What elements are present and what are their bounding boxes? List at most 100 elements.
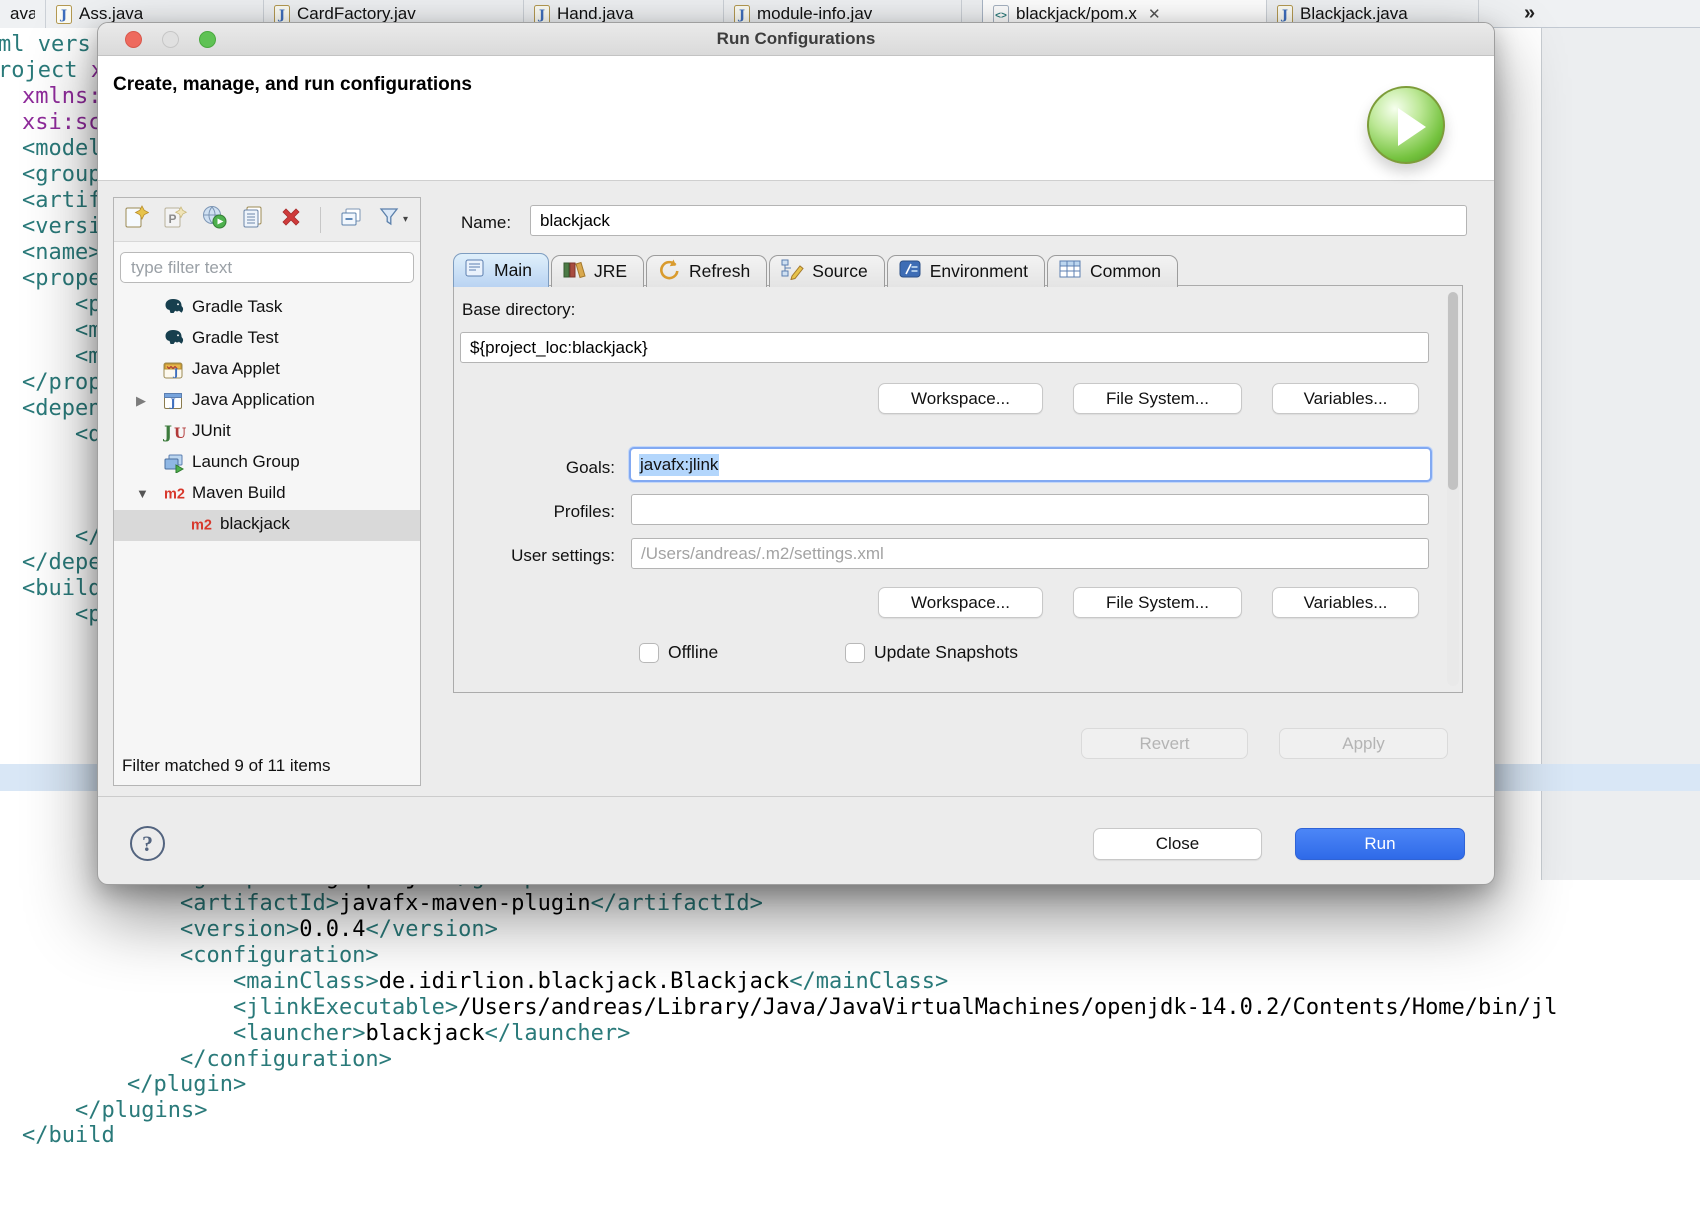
dialog-titlebar[interactable]: Run Configurations [98, 23, 1494, 56]
svg-text:J: J [163, 423, 172, 442]
tree-item-label: Gradle Test [192, 328, 279, 348]
user-settings-label: User settings: [454, 546, 615, 566]
config-tree: Gradle Task Gradle Test JJava Applet ▶ J Java… [114, 293, 420, 541]
tab-refresh[interactable]: Refresh [646, 255, 767, 287]
code-line: </configuration> [180, 1047, 392, 1073]
new-launch-configuration-button[interactable] [122, 203, 150, 236]
code-line: </build [22, 1123, 115, 1149]
code-tag: </prop [22, 370, 101, 395]
tree-item-maven-build[interactable]: ▼m2Maven Build [114, 479, 420, 510]
tree-item-blackjack[interactable]: m2blackjack [114, 510, 420, 541]
expander-expanded-icon[interactable]: ▼ [136, 486, 149, 501]
tab-environment[interactable]: Environment [887, 255, 1045, 287]
close-button[interactable]: Close [1093, 828, 1262, 860]
vertical-scrollbar[interactable] [1447, 292, 1459, 686]
tree-item-junit[interactable]: JUJUnit [114, 417, 420, 448]
name-input[interactable] [530, 205, 1467, 236]
checkbox-box[interactable] [639, 643, 659, 663]
code-tag: <version> [180, 917, 299, 942]
delete-launch-configuration-button[interactable] [278, 204, 304, 235]
code-line: </plugin> [127, 1072, 246, 1098]
picker-row-2: Workspace... File System... Variables... [454, 587, 1462, 618]
tree-item-java-applet[interactable]: JJava Applet [114, 355, 420, 386]
workspace-button[interactable]: Workspace... [878, 383, 1043, 414]
new-launch-configuration-prototype-button[interactable]: P [161, 203, 189, 236]
filter-status: Filter matched 9 of 11 items [122, 756, 331, 776]
tab-main[interactable]: Main [453, 253, 549, 287]
code-tag: <depen [22, 396, 101, 421]
svg-text:m2: m2 [191, 518, 212, 534]
export-launch-configurations-button[interactable] [200, 203, 228, 236]
profiles-input[interactable] [631, 494, 1429, 525]
workspace-button[interactable]: Workspace... [878, 587, 1043, 618]
checkbox-box[interactable] [845, 643, 865, 663]
filter-wrap [114, 242, 420, 283]
filter-launch-configurations-button[interactable]: ▾ [376, 204, 409, 235]
collapse-all-button[interactable] [337, 203, 365, 236]
code-tag: roject [0, 58, 77, 83]
run-button[interactable]: Run [1295, 828, 1465, 860]
code-tag: </version> [365, 917, 497, 942]
file-system-button[interactable]: File System... [1073, 383, 1242, 414]
code-tag: <launcher> [233, 1021, 365, 1046]
tab-label: Refresh [689, 261, 750, 282]
minimize-window-button[interactable] [162, 31, 179, 48]
tree-item-gradle-test[interactable]: Gradle Test [114, 324, 420, 355]
dropdown-caret-icon[interactable]: ▾ [403, 214, 408, 225]
close-window-button[interactable] [125, 31, 142, 48]
code-text: javafx-maven-plugin [339, 891, 591, 916]
apply-button[interactable]: Apply [1279, 728, 1448, 759]
svg-text:U: U [174, 426, 186, 442]
main-tab-content: Base directory: Workspace... File System.… [453, 285, 1463, 693]
duplicate-launch-configuration-button[interactable] [239, 203, 267, 236]
tab-environment-icon [898, 259, 922, 284]
zoom-window-button[interactable] [199, 31, 216, 48]
toolbar-separator [320, 207, 321, 233]
code-attr: xmlns: [22, 84, 101, 109]
java-applet-icon: J [163, 360, 183, 385]
tree-item-label: Java Application [192, 390, 315, 410]
code-tag: <group [22, 162, 101, 187]
code-tag: <artifactId> [180, 891, 339, 916]
duplicate-launch-configuration-icon [240, 204, 266, 235]
code-text: blackjack [365, 1021, 484, 1046]
code-line: ml vers [0, 32, 91, 58]
variables-button[interactable]: Variables... [1272, 587, 1419, 618]
tab-label: JRE [594, 261, 627, 282]
code-line: xmlns: [22, 84, 101, 110]
maven-icon: m2 [163, 484, 189, 507]
variables-button[interactable]: Variables... [1272, 383, 1419, 414]
scrollbar-thumb[interactable] [1448, 292, 1458, 490]
gradle-icon [163, 329, 186, 351]
java-application-icon: J [163, 391, 183, 416]
base-directory-input[interactable] [460, 332, 1429, 363]
tree-item-gradle-task[interactable]: Gradle Task [114, 293, 420, 324]
tab-source[interactable]: Source [769, 255, 884, 287]
filter-input[interactable] [120, 252, 414, 283]
checkbox-offline[interactable]: Offline [639, 642, 718, 663]
tree-item-java-application[interactable]: ▶ J Java Application [114, 386, 420, 417]
tab-jre[interactable]: JRE [551, 255, 644, 287]
file-system-button[interactable]: File System... [1073, 587, 1242, 618]
goals-input[interactable]: javafx:jlink [629, 447, 1432, 482]
code-line: <configuration> [180, 943, 379, 969]
expander-collapsed-icon[interactable]: ▶ [136, 393, 146, 409]
svg-text:J: J [173, 368, 179, 379]
tree-item-launch-group[interactable]: Launch Group [114, 448, 420, 479]
goals-selected-text: javafx:jlink [639, 454, 719, 476]
code-tag: </depe [22, 550, 101, 575]
screen: » avaJAss.javaJCardFactory.javJHand.java… [0, 0, 1700, 1232]
code-line: xsi:sc [22, 110, 101, 136]
tab-label: Main [494, 260, 532, 281]
code-line: <name> [22, 240, 101, 266]
user-settings-input[interactable] [631, 538, 1429, 569]
code-tag: <model [22, 136, 101, 161]
code-tag: ml vers [0, 32, 91, 57]
tab-common[interactable]: Common [1047, 255, 1178, 287]
help-button[interactable]: ? [130, 826, 165, 861]
checkbox-update-snapshots[interactable]: Update Snapshots [845, 642, 1018, 663]
code-tag: <configuration> [180, 943, 379, 968]
code-tag: </plugin> [127, 1072, 246, 1097]
revert-button[interactable]: Revert [1081, 728, 1248, 759]
base-directory-label: Base directory: [462, 300, 575, 320]
